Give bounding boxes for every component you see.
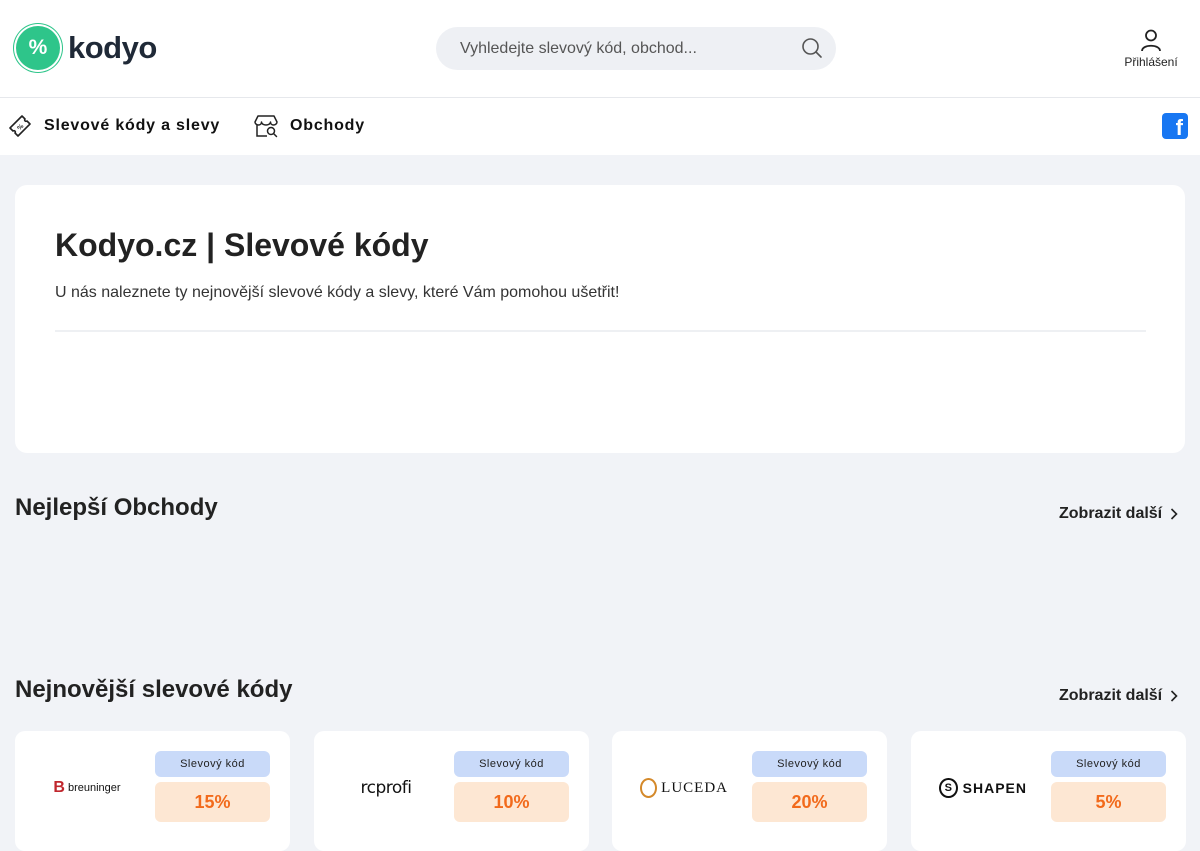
brand-logo: B breuninger (53, 779, 121, 796)
coupon-tag-icon: % (9, 115, 31, 137)
brand-logo: LUCEDA (640, 773, 728, 803)
coupon-type-badge: Slevový kód (752, 751, 867, 777)
brand-logo: rcprofi (360, 778, 412, 798)
brand-logo: S SHAPEN (939, 773, 1027, 803)
nav-item-coupons[interactable]: % Slevové kódy a slevy (6, 112, 220, 140)
logo[interactable]: % kodyo (16, 26, 157, 70)
coupon-card[interactable]: S SHAPEN Slevový kód 5% (911, 731, 1186, 851)
facebook-icon[interactable]: f (1162, 113, 1188, 139)
search-bar (436, 27, 836, 70)
coupon-card[interactable]: LUCEDA Slevový kód 20% (612, 731, 887, 851)
login-button[interactable]: Přihlášení (1118, 28, 1184, 69)
nav-shops-label: Obchody (290, 117, 365, 134)
chevron-right-icon (1171, 508, 1178, 520)
discount-value: 20% (752, 782, 867, 822)
coupon-card[interactable]: B breuninger Slevový kód 15% (15, 731, 290, 851)
header: % kodyo Přihlášení (0, 0, 1200, 98)
nav-coupons-label: Slevové kódy a slevy (44, 117, 221, 134)
discount-value: 10% (454, 782, 569, 822)
chevron-right-icon (1171, 690, 1178, 702)
coupon-type-badge: Slevový kód (1051, 751, 1166, 777)
discount-value: 5% (1051, 782, 1166, 822)
coupon-type-badge: Slevový kód (454, 751, 569, 777)
search-input[interactable] (436, 27, 796, 70)
hero-card: Kodyo.cz | Slevové kódy U nás naleznete … (15, 185, 1185, 453)
section-title-top-shops: Nejlepší Obchody (15, 494, 218, 521)
latest-more-link[interactable]: Zobrazit další (1059, 687, 1178, 705)
search-icon[interactable] (801, 37, 823, 59)
coupon-type-badge: Slevový kód (155, 751, 270, 777)
logo-text: kodyo (68, 30, 157, 65)
divider (55, 330, 1146, 332)
user-icon (1141, 29, 1161, 52)
percent-logo-icon: % (16, 26, 60, 70)
nav-item-shops[interactable]: Obchody (252, 112, 365, 140)
main-nav: % Slevové kódy a slevy Obchody f (0, 98, 1200, 155)
top-shops-more-link[interactable]: Zobrazit další (1059, 505, 1178, 523)
more-label: Zobrazit další (1059, 505, 1163, 522)
page-subtitle: U nás naleznete ty nejnovější slevové kó… (55, 284, 620, 301)
discount-value: 15% (155, 782, 270, 822)
coupon-card[interactable]: rcprofi Slevový kód 10% (314, 731, 589, 851)
page-title: Kodyo.cz | Slevové kódy (55, 227, 429, 263)
section-title-latest: Nejnovější slevové kódy (15, 676, 293, 703)
login-label: Přihlášení (1124, 55, 1178, 69)
shop-search-icon (254, 115, 278, 138)
more-label: Zobrazit další (1059, 687, 1163, 704)
